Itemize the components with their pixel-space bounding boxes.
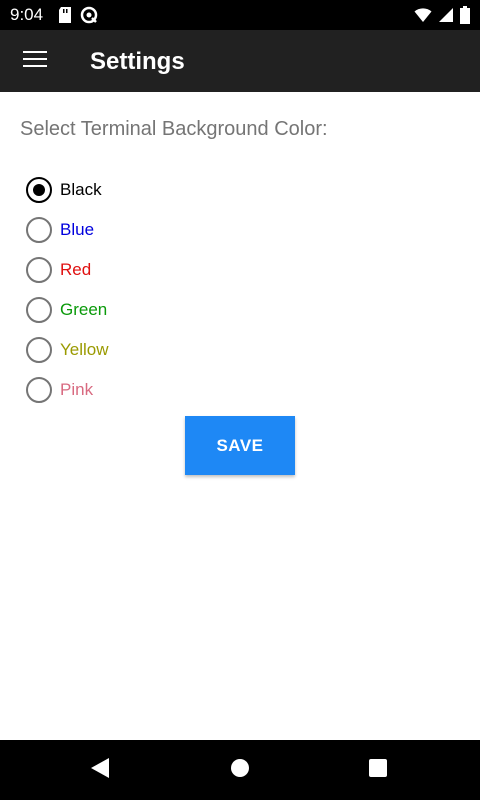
radio-label: Yellow — [60, 340, 109, 359]
status-bar: 9:04 — [0, 0, 480, 30]
radio-option-green[interactable]: Green — [26, 290, 109, 330]
page-title: Settings — [90, 48, 185, 75]
recents-icon — [368, 758, 388, 783]
status-time: 9:04 — [10, 5, 44, 24]
radio-button[interactable] — [26, 177, 52, 203]
radio-option-pink[interactable]: Pink — [26, 370, 109, 410]
system-nav-bar — [0, 740, 480, 800]
home-button[interactable] — [228, 758, 252, 782]
settings-content: Select Terminal Background Color: Black … — [0, 92, 480, 740]
radio-selected-dot — [33, 184, 45, 196]
radio-button[interactable] — [26, 217, 52, 243]
radio-label: Black — [60, 180, 102, 199]
radio-option-blue[interactable]: Blue — [26, 210, 109, 250]
sync-icon — [80, 6, 98, 29]
radio-button[interactable] — [26, 297, 52, 323]
radio-label: Red — [60, 260, 92, 279]
battery-icon — [460, 6, 470, 29]
home-icon — [230, 758, 250, 783]
recents-button[interactable] — [366, 758, 390, 782]
app-bar: Settings — [0, 30, 480, 92]
radio-label: Green — [60, 300, 108, 319]
hamburger-menu-button[interactable] — [20, 46, 50, 76]
color-prompt: Select Terminal Background Color: — [20, 118, 328, 140]
radio-label: Blue — [60, 220, 95, 239]
radio-option-black[interactable]: Black — [26, 170, 109, 210]
save-button[interactable]: SAVE — [185, 416, 295, 475]
status-left-icons — [58, 6, 98, 29]
wifi-icon — [414, 7, 432, 28]
back-button[interactable] — [88, 757, 112, 784]
sd-card-icon — [58, 6, 72, 29]
radio-button[interactable] — [26, 337, 52, 363]
back-icon — [90, 757, 110, 784]
radio-option-yellow[interactable]: Yellow — [26, 330, 109, 370]
radio-option-red[interactable]: Red — [26, 250, 109, 290]
cellular-signal-icon — [438, 7, 454, 28]
status-right-icons — [414, 6, 470, 29]
radio-button[interactable] — [26, 377, 52, 403]
color-radio-group: Black Blue Red Green Yellow Pink — [26, 170, 109, 410]
hamburger-menu-icon — [23, 50, 47, 73]
radio-label: Pink — [60, 380, 94, 399]
radio-button[interactable] — [26, 257, 52, 283]
